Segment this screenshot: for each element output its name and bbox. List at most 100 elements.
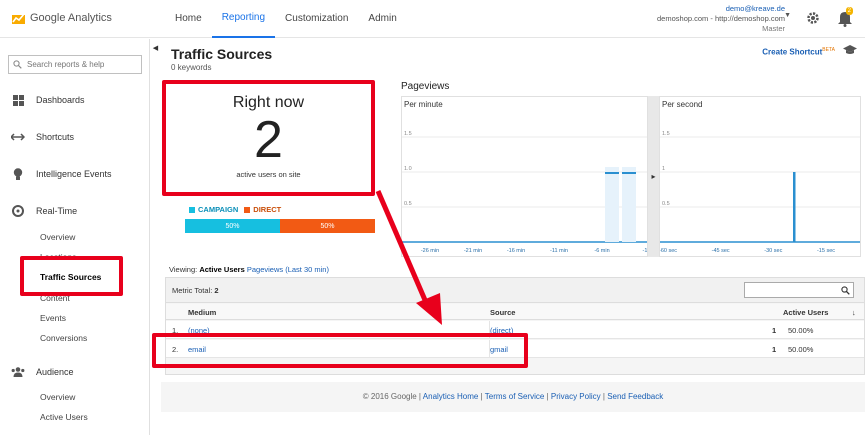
account-view: Master: [762, 24, 785, 33]
header-source[interactable]: Source: [490, 308, 515, 317]
create-shortcut-link[interactable]: Create ShortcutBETA: [762, 47, 835, 57]
footer: © 2016 Google | Analytics Home | Terms o…: [161, 382, 865, 412]
header-active-users[interactable]: Active Users: [783, 308, 828, 317]
create-shortcut-label: Create Shortcut: [762, 47, 823, 57]
highlight-right-now: [162, 80, 375, 196]
main-nav: Home Reporting Customization Admin: [165, 0, 407, 38]
y-tick-label: 0.5: [662, 201, 670, 207]
sidebar-subitem-events[interactable]: Events: [40, 313, 66, 323]
nav-admin[interactable]: Admin: [358, 0, 406, 38]
nav-reporting[interactable]: Reporting: [211, 0, 276, 38]
table-search-field[interactable]: [744, 282, 854, 298]
bar-highlight: [622, 167, 636, 242]
sidebar-item-label: Shortcuts: [36, 132, 75, 142]
account-email: demo@kreave.de: [725, 4, 785, 13]
sidebar-subitem-overview[interactable]: Overview: [40, 232, 75, 242]
footer-link-privacy[interactable]: Privacy Policy: [551, 392, 601, 401]
sort-arrow-down-icon[interactable]: ↓: [852, 308, 856, 317]
graduation-cap-icon[interactable]: [843, 45, 857, 57]
sidebar-item-audience[interactable]: Audience: [0, 362, 150, 382]
highlight-email-row: [152, 333, 528, 368]
chart-scroll-arrow-icon[interactable]: ▸: [648, 96, 659, 257]
lightbulb-icon: [0, 167, 36, 181]
sidebar-item-dashboards[interactable]: Dashboards: [0, 90, 150, 110]
y-tick-label: 1.0: [404, 166, 412, 172]
x-tick-label: -11 min: [550, 248, 568, 254]
sidebar-item-intelligence-events[interactable]: Intelligence Events: [0, 164, 150, 184]
legend-swatch-campaign: [189, 207, 195, 214]
split-segment-direct: 50%: [280, 219, 375, 233]
y-tick-label: 1.5: [662, 131, 670, 137]
footer-link-analytics-home[interactable]: Analytics Home: [423, 392, 479, 401]
account-selector[interactable]: demo@kreave.de demoshop.com - http://dem…: [657, 4, 785, 34]
x-tick-label: -6 min: [594, 248, 609, 254]
traffic-split-legend: CAMPAIGN DIRECT: [189, 205, 281, 214]
gear-icon[interactable]: [805, 10, 821, 26]
shortcut-arrow-icon: [0, 133, 36, 141]
analytics-logo-icon: [12, 11, 25, 24]
chevron-down-icon[interactable]: ▼: [784, 12, 791, 19]
header-medium[interactable]: Medium: [188, 308, 216, 317]
sidebar-item-real-time[interactable]: Real-Time: [0, 201, 150, 221]
x-tick-label: -1: [643, 248, 647, 254]
sidebar-subitem-conversions[interactable]: Conversions: [40, 333, 87, 343]
metric-total-label: Metric Total:: [172, 286, 213, 295]
viewing-pageviews-link[interactable]: Pageviews (Last 30 min): [247, 265, 329, 274]
row-percent: 50.00%: [788, 345, 814, 354]
legend-direct: DIRECT: [244, 205, 281, 214]
metric-total-value: 2: [214, 286, 219, 295]
search-icon[interactable]: [841, 286, 850, 297]
x-tick-label: -15 sec: [817, 248, 835, 254]
x-tick-label: -16 min: [507, 248, 525, 254]
legend-swatch-direct: [244, 207, 251, 214]
sidebar-item-shortcuts[interactable]: Shortcuts: [0, 127, 150, 147]
sidebar: Dashboards Shortcuts Intelligence Events…: [0, 39, 150, 435]
split-segment-campaign: 50%: [185, 219, 280, 233]
highlight-traffic-sources: [20, 256, 123, 296]
sidebar-subitem-audience-overview[interactable]: Overview: [40, 392, 75, 402]
search-icon: [13, 60, 22, 71]
split-direct-pct: 50%: [320, 222, 335, 230]
metric-total: Metric Total: 2: [172, 286, 219, 295]
sidebar-subitem-active-users[interactable]: Active Users: [40, 412, 88, 422]
account-site: demoshop.com - http://demoshop.com: [657, 14, 785, 23]
nav-home[interactable]: Home: [165, 0, 212, 38]
notification-badge: 2: [845, 7, 853, 15]
row-users: 1: [772, 326, 777, 335]
page-subtitle: 0 keywords: [171, 63, 212, 72]
beta-badge: BETA: [822, 47, 835, 53]
row-users: 1: [772, 345, 777, 354]
traffic-split-bar: 50% 50%: [185, 219, 375, 233]
pageviews-title: Pageviews: [401, 81, 450, 92]
collapse-sidebar-icon[interactable]: ◀: [150, 39, 161, 59]
footer-copyright: © 2016 Google |: [362, 392, 421, 401]
y-tick-label: 1: [662, 166, 665, 172]
per-second-chart: 1.5 1 0.5 -60 sec -45 sec -30 sec -15 sec: [660, 131, 860, 254]
nav-customization[interactable]: Customization: [275, 0, 358, 38]
x-tick-label: -30 sec: [764, 248, 782, 254]
app-logo[interactable]: Google Analytics: [12, 11, 112, 24]
footer-link-terms[interactable]: Terms of Service: [485, 392, 545, 401]
sidebar-item-label: Audience: [36, 367, 74, 377]
sidebar-search[interactable]: [8, 55, 142, 74]
metric-total-row: Metric Total: 2: [166, 278, 864, 303]
x-tick-label: -60 sec: [660, 248, 677, 254]
y-tick-label: 1.5: [404, 131, 412, 137]
footer-link-feedback[interactable]: Send Feedback: [607, 392, 663, 401]
legend-direct-label: DIRECT: [253, 205, 282, 214]
users-group-icon: [0, 367, 36, 377]
split-campaign-pct: 50%: [225, 222, 240, 230]
realtime-clock-icon: [0, 205, 36, 217]
x-tick-label: -45 sec: [712, 248, 730, 254]
annotation-arrow-icon: [375, 190, 442, 325]
app-name: Google Analytics: [30, 11, 112, 24]
viewing-active-users[interactable]: Active Users: [199, 265, 244, 274]
row-percent: 50.00%: [788, 326, 814, 335]
legend-campaign: CAMPAIGN: [189, 205, 238, 214]
x-tick-label: -21 min: [464, 248, 482, 254]
search-input[interactable]: [9, 56, 141, 73]
bar-highlight: [605, 167, 619, 242]
sidebar-item-label: Dashboards: [36, 95, 85, 105]
pageviews-per-second-panel: Per second 1.5 1 0.5 -60 sec -45 sec -30 sec -…: [659, 96, 861, 257]
viewing-label: Viewing:: [169, 265, 198, 274]
